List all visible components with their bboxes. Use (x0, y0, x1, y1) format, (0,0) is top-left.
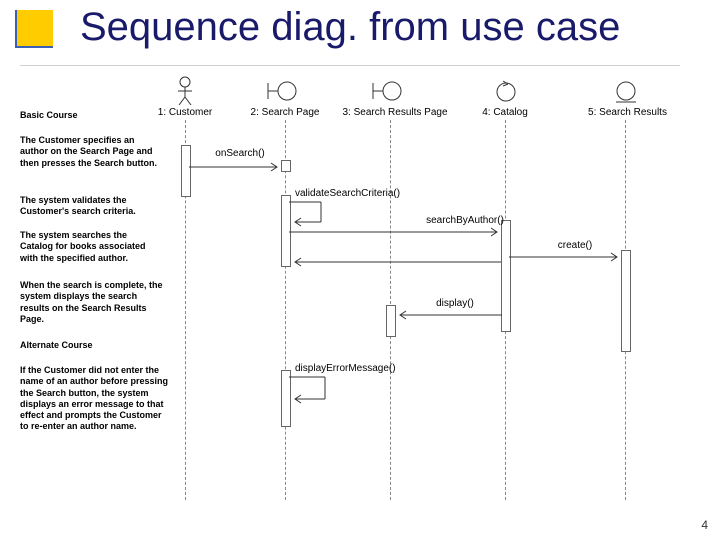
msg-searchbyauthor-return (289, 258, 503, 266)
lifeline-label-search-page: 2: Search Page (245, 107, 325, 118)
msg-validate-arrow (289, 200, 329, 228)
narration-3: The system searches the Catalog for book… (20, 230, 160, 264)
msg-display-arrow (394, 311, 504, 319)
msg-create-label: create() (540, 240, 610, 251)
lifeline-label-search-results: 5: Search Results (585, 107, 670, 118)
narration-2: The system validates the Customer's sear… (20, 195, 160, 218)
msg-onsearch-arrow (189, 163, 283, 171)
sequence-diagram: 1: Customer 2: Search Page 3: Search Res… (20, 75, 700, 505)
page-title: Sequence diag. from use case (80, 5, 620, 50)
heading-basic-course: Basic Course (20, 110, 78, 121)
msg-error-arrow (289, 375, 334, 405)
msg-create-arrow (509, 253, 623, 261)
title-bullet-icon (15, 10, 55, 50)
msg-searchbyauthor-arrow (289, 228, 503, 236)
msg-error-label: displayErrorMessage() (295, 363, 435, 374)
activation-customer (181, 145, 191, 197)
narration-1: The Customer specifies an author on the … (20, 135, 160, 169)
page-number: 4 (701, 518, 708, 532)
lifeline-label-results-page: 3: Search Results Page (340, 107, 450, 118)
actor-icon (173, 75, 197, 105)
lifeline-label-catalog: 4: Catalog (475, 107, 535, 118)
control-icon (495, 80, 517, 102)
lifeline-search-page (285, 120, 286, 500)
slide: Sequence diag. from use case 1: Customer… (0, 0, 720, 540)
boundary-icon (265, 80, 299, 102)
activation-results-page (386, 305, 396, 337)
entity-icon (615, 80, 637, 104)
title-rule (20, 65, 680, 66)
narration-5: If the Customer did not enter the name o… (20, 365, 170, 433)
boundary-icon (370, 80, 404, 102)
msg-searchbyauthor-label: searchByAuthor() (415, 215, 515, 226)
lifeline-label-customer: 1: Customer (150, 107, 220, 118)
msg-validate-label: validateSearchCriteria() (295, 188, 425, 199)
msg-display-label: display() (425, 298, 485, 309)
activation-search-results (621, 250, 631, 352)
msg-onsearch-label: onSearch() (200, 148, 280, 159)
heading-alternate-course: Alternate Course (20, 340, 93, 351)
narration-4: When the search is complete, the system … (20, 280, 165, 325)
